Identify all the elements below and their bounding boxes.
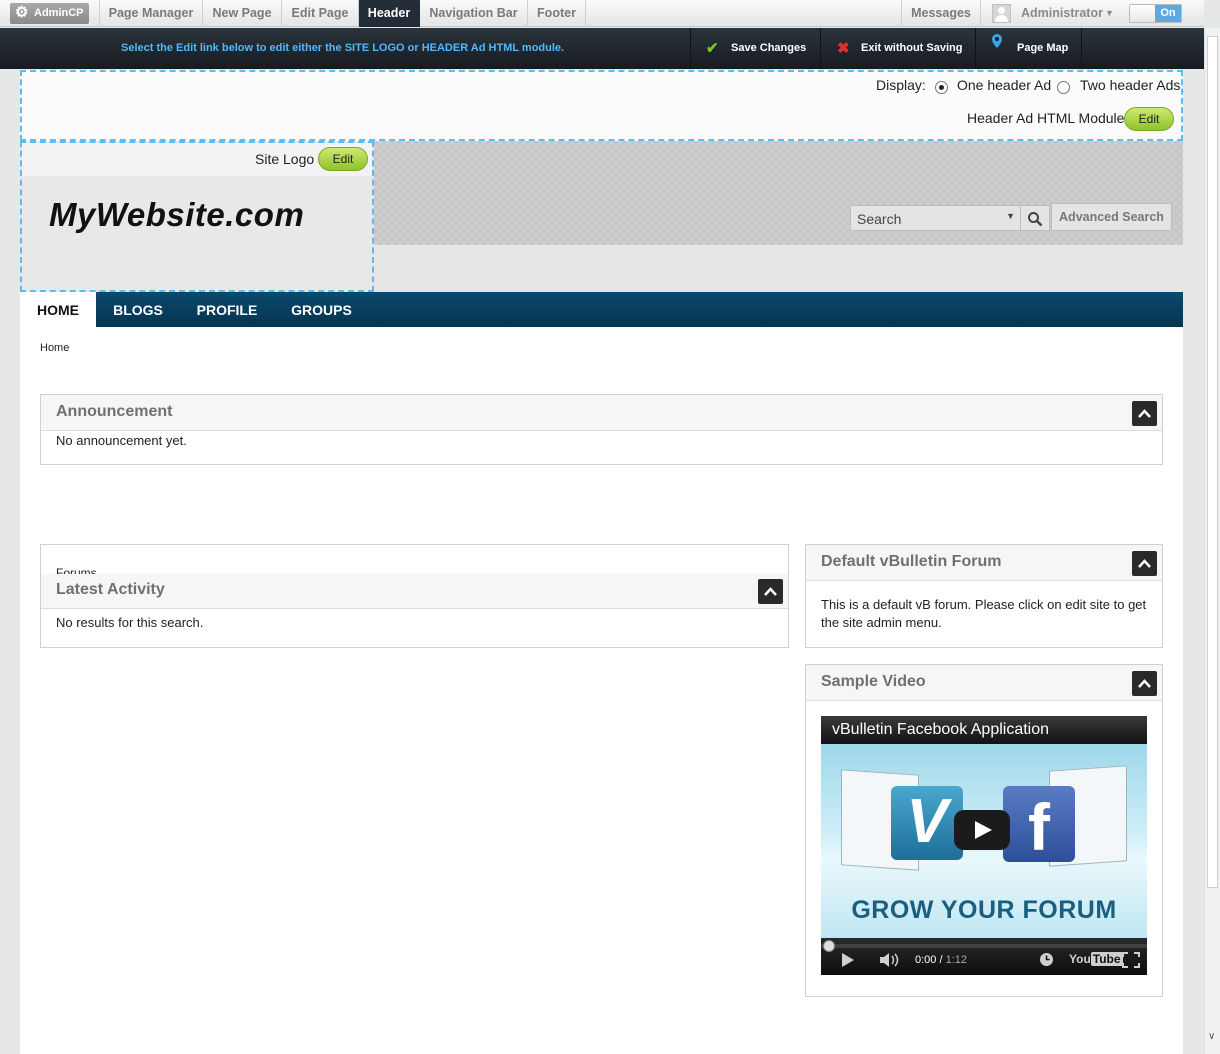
announcement-widget: Announcement No announcement yet. — [40, 394, 1163, 465]
tab-page-manager[interactable]: Page Manager — [99, 0, 203, 27]
widget-body: No announcement yet. — [56, 433, 187, 448]
collapse-button[interactable] — [1132, 401, 1157, 426]
page-map-button[interactable]: Page Map — [975, 28, 1082, 69]
youtube-logo-tube: Tube — [1090, 952, 1123, 966]
chevron-down-icon[interactable]: ▼ — [1105, 0, 1114, 27]
scrollbar[interactable]: ∨ — [1204, 28, 1220, 1054]
nav-tab-blogs[interactable]: BLOGS — [96, 292, 180, 327]
video-thumbnail[interactable]: V f GROW YOUR FORUM — [821, 744, 1147, 938]
nav-tab-home[interactable]: HOME — [20, 292, 96, 327]
latest-activity-widget: Forums Latest Activity No results for th… — [40, 544, 789, 648]
advanced-search-button[interactable]: Advanced Search — [1051, 203, 1172, 231]
edit-instruction: Select the Edit link below to edit eithe… — [121, 42, 565, 54]
video-time-current: 0:00 — [915, 954, 937, 966]
tab-new-page[interactable]: New Page — [203, 0, 282, 27]
chevron-down-icon[interactable]: ▼ — [1006, 211, 1015, 221]
youtube-logo-icon[interactable]: You Tube — [1069, 952, 1123, 966]
video-progress-bar[interactable] — [821, 944, 1147, 948]
site-title[interactable]: MyWebsite.com — [49, 196, 304, 234]
widget-header: Sample Video — [806, 665, 1162, 701]
radio-two-header-ads[interactable] — [1057, 81, 1070, 94]
widget-body: This is a default vB forum. Please click… — [821, 597, 1147, 630]
video-player[interactable]: vBulletin Facebook Application V f GROW … — [821, 716, 1147, 975]
video-time: 0:00 / 1:12 — [915, 954, 968, 966]
widget-body: No results for this search. — [56, 615, 204, 630]
tab-footer[interactable]: Footer — [528, 0, 586, 27]
video-scrubber[interactable] — [823, 940, 835, 952]
chevron-up-icon — [764, 587, 777, 596]
video-title[interactable]: vBulletin Facebook Application — [821, 716, 1147, 744]
radio-two-header-ads-label[interactable]: Two header Ads — [1080, 77, 1180, 93]
toggle-label: On — [1155, 5, 1181, 22]
play-button[interactable] — [954, 810, 1010, 850]
volume-icon[interactable] — [879, 952, 901, 971]
site-logo-label: Site Logo — [255, 151, 315, 167]
widget-header: Announcement — [41, 395, 1162, 431]
radio-one-header-ad-label[interactable]: One header Ad — [957, 77, 1051, 93]
collapse-button[interactable] — [758, 579, 783, 604]
save-changes-label: Save Changes — [731, 42, 807, 54]
display-label: Display: — [876, 77, 926, 93]
tab-header[interactable]: Header — [359, 0, 420, 27]
video-time-duration: 1:12 — [945, 954, 968, 966]
main-navigation: HOME BLOGS PROFILE GROUPS — [20, 292, 1183, 327]
site-logo-edit-button[interactable]: Edit — [318, 147, 368, 171]
radio-one-header-ad[interactable] — [935, 81, 948, 94]
save-changes-button[interactable]: ✔ Save Changes — [690, 28, 820, 69]
page-map-label: Page Map — [1017, 42, 1069, 54]
search-input[interactable]: Search ▼ — [850, 205, 1021, 231]
nav-tab-profile[interactable]: PROFILE — [180, 292, 274, 327]
breadcrumb[interactable]: Home — [40, 342, 69, 354]
video-controls: 0:00 / 1:12 You Tube — [821, 938, 1147, 975]
header-background-lower — [374, 245, 1183, 292]
search-placeholder: Search — [857, 211, 902, 227]
chevron-up-icon — [1138, 559, 1151, 568]
edit-bar: Select the Edit link below to edit eithe… — [0, 28, 1204, 69]
chevron-down-icon[interactable]: ∨ — [1208, 1031, 1215, 1042]
exit-without-saving-button[interactable]: ✖ Exit without Saving — [820, 28, 975, 69]
map-pin-icon — [992, 25, 1002, 66]
widget-title: Default vBulletin Forum — [821, 553, 1002, 570]
messages-button[interactable]: Messages — [901, 0, 981, 27]
scrollbar-thumb[interactable] — [1207, 36, 1218, 888]
chevron-up-icon — [1138, 409, 1151, 418]
widget-header: Default vBulletin Forum — [806, 545, 1162, 581]
exit-label: Exit without Saving — [861, 42, 963, 54]
gear-icon: ⚙ — [15, 4, 29, 21]
chevron-up-icon — [1138, 679, 1151, 688]
edit-mode-toggle[interactable]: On — [1129, 4, 1182, 23]
facebook-logo-icon: f — [1003, 786, 1075, 864]
header-ad-module-label: Header Ad HTML Module — [967, 110, 1125, 126]
collapse-button[interactable] — [1132, 671, 1157, 696]
nav-tab-groups[interactable]: GROUPS — [274, 292, 369, 327]
fullscreen-icon[interactable] — [1122, 952, 1140, 971]
admincp-button[interactable]: ⚙ AdminCP — [10, 3, 89, 24]
header-ad-edit-button[interactable]: Edit — [1124, 107, 1174, 131]
search-button[interactable] — [1021, 205, 1050, 231]
x-icon: ✖ — [837, 40, 850, 57]
video-overlay-text: GROW YOUR FORUM — [851, 896, 1117, 924]
admincp-label: AdminCP — [34, 7, 84, 19]
tab-edit-page[interactable]: Edit Page — [282, 0, 359, 27]
collapse-button[interactable] — [1132, 551, 1157, 576]
default-forum-widget: Default vBulletin Forum This is a defaul… — [805, 544, 1163, 648]
user-menu[interactable]: Administrator — [1021, 0, 1103, 26]
widget-title: Sample Video — [821, 673, 926, 690]
widget-title: Announcement — [56, 403, 173, 420]
tab-navigation-bar[interactable]: Navigation Bar — [420, 0, 528, 27]
vbulletin-logo-icon: V — [891, 786, 963, 860]
check-icon: ✔ — [706, 40, 719, 57]
search-icon — [1028, 212, 1043, 227]
admin-toolbar: ⚙ AdminCP Page Manager New Page Edit Pag… — [0, 0, 1204, 27]
widget-title: Latest Activity — [56, 581, 165, 598]
widget-header: Latest Activity — [41, 574, 788, 609]
watch-later-icon[interactable] — [1039, 952, 1054, 970]
play-icon[interactable] — [841, 952, 855, 971]
youtube-logo-you: You — [1069, 952, 1091, 966]
avatar[interactable] — [992, 4, 1011, 23]
toggle-knob — [1130, 5, 1156, 22]
